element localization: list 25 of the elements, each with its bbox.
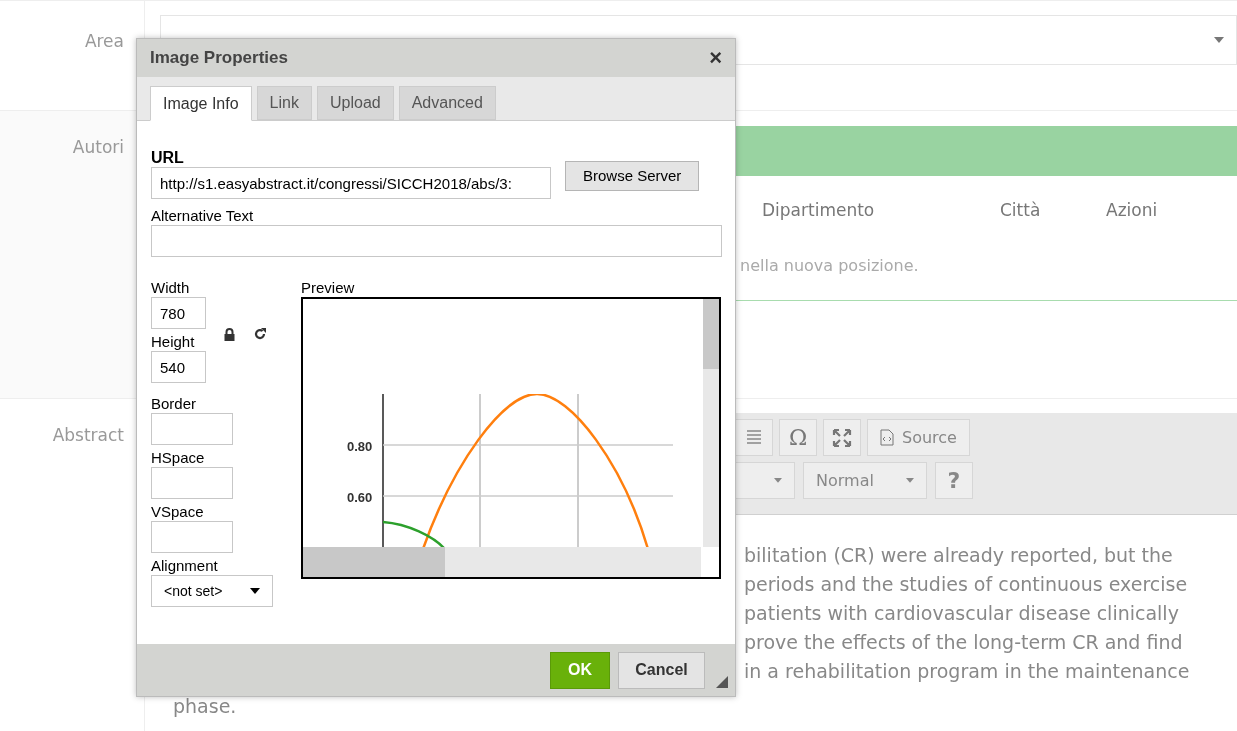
field-label: Preview: [301, 279, 356, 297]
abstract-text-line: periods and the studies of continuous exercise: [744, 572, 1189, 597]
field-label: HSpace: [151, 449, 206, 467]
abstract-text-line: phase.: [173, 695, 237, 717]
field-label: Alternative Text: [151, 207, 255, 225]
field-label: Height: [151, 333, 196, 351]
abstract-text-line: patients with cardiovascular disease clinically: [744, 601, 1180, 626]
field-label: Autori: [72, 136, 124, 159]
hint-text: nella nuova posizione.: [740, 256, 919, 275]
field-label: URL: [151, 149, 185, 167]
column-header: Azioni: [1106, 199, 1158, 223]
abstract-text-line: bilitation (CR) were already reported, but the: [744, 543, 1174, 568]
column-header: Città: [1000, 199, 1042, 223]
field-label: Width: [151, 279, 191, 297]
tick-label: 0.80: [347, 438, 373, 456]
dialog-title: Image Properties: [150, 47, 288, 70]
column-header: Dipartimento: [762, 199, 876, 223]
field-label: Alignment: [151, 557, 219, 575]
field-label: Area: [84, 30, 124, 53]
field-label: Border: [151, 395, 198, 413]
field-label: Abstract: [52, 424, 124, 447]
field-label: VSpace: [151, 503, 205, 521]
abstract-text-line: in a rehabilitation program in the maintenance: [744, 659, 1191, 684]
tick-label: 0.60: [347, 489, 373, 507]
abstract-text-line: prove the effects of the long-term CR and find: [744, 630, 1184, 655]
